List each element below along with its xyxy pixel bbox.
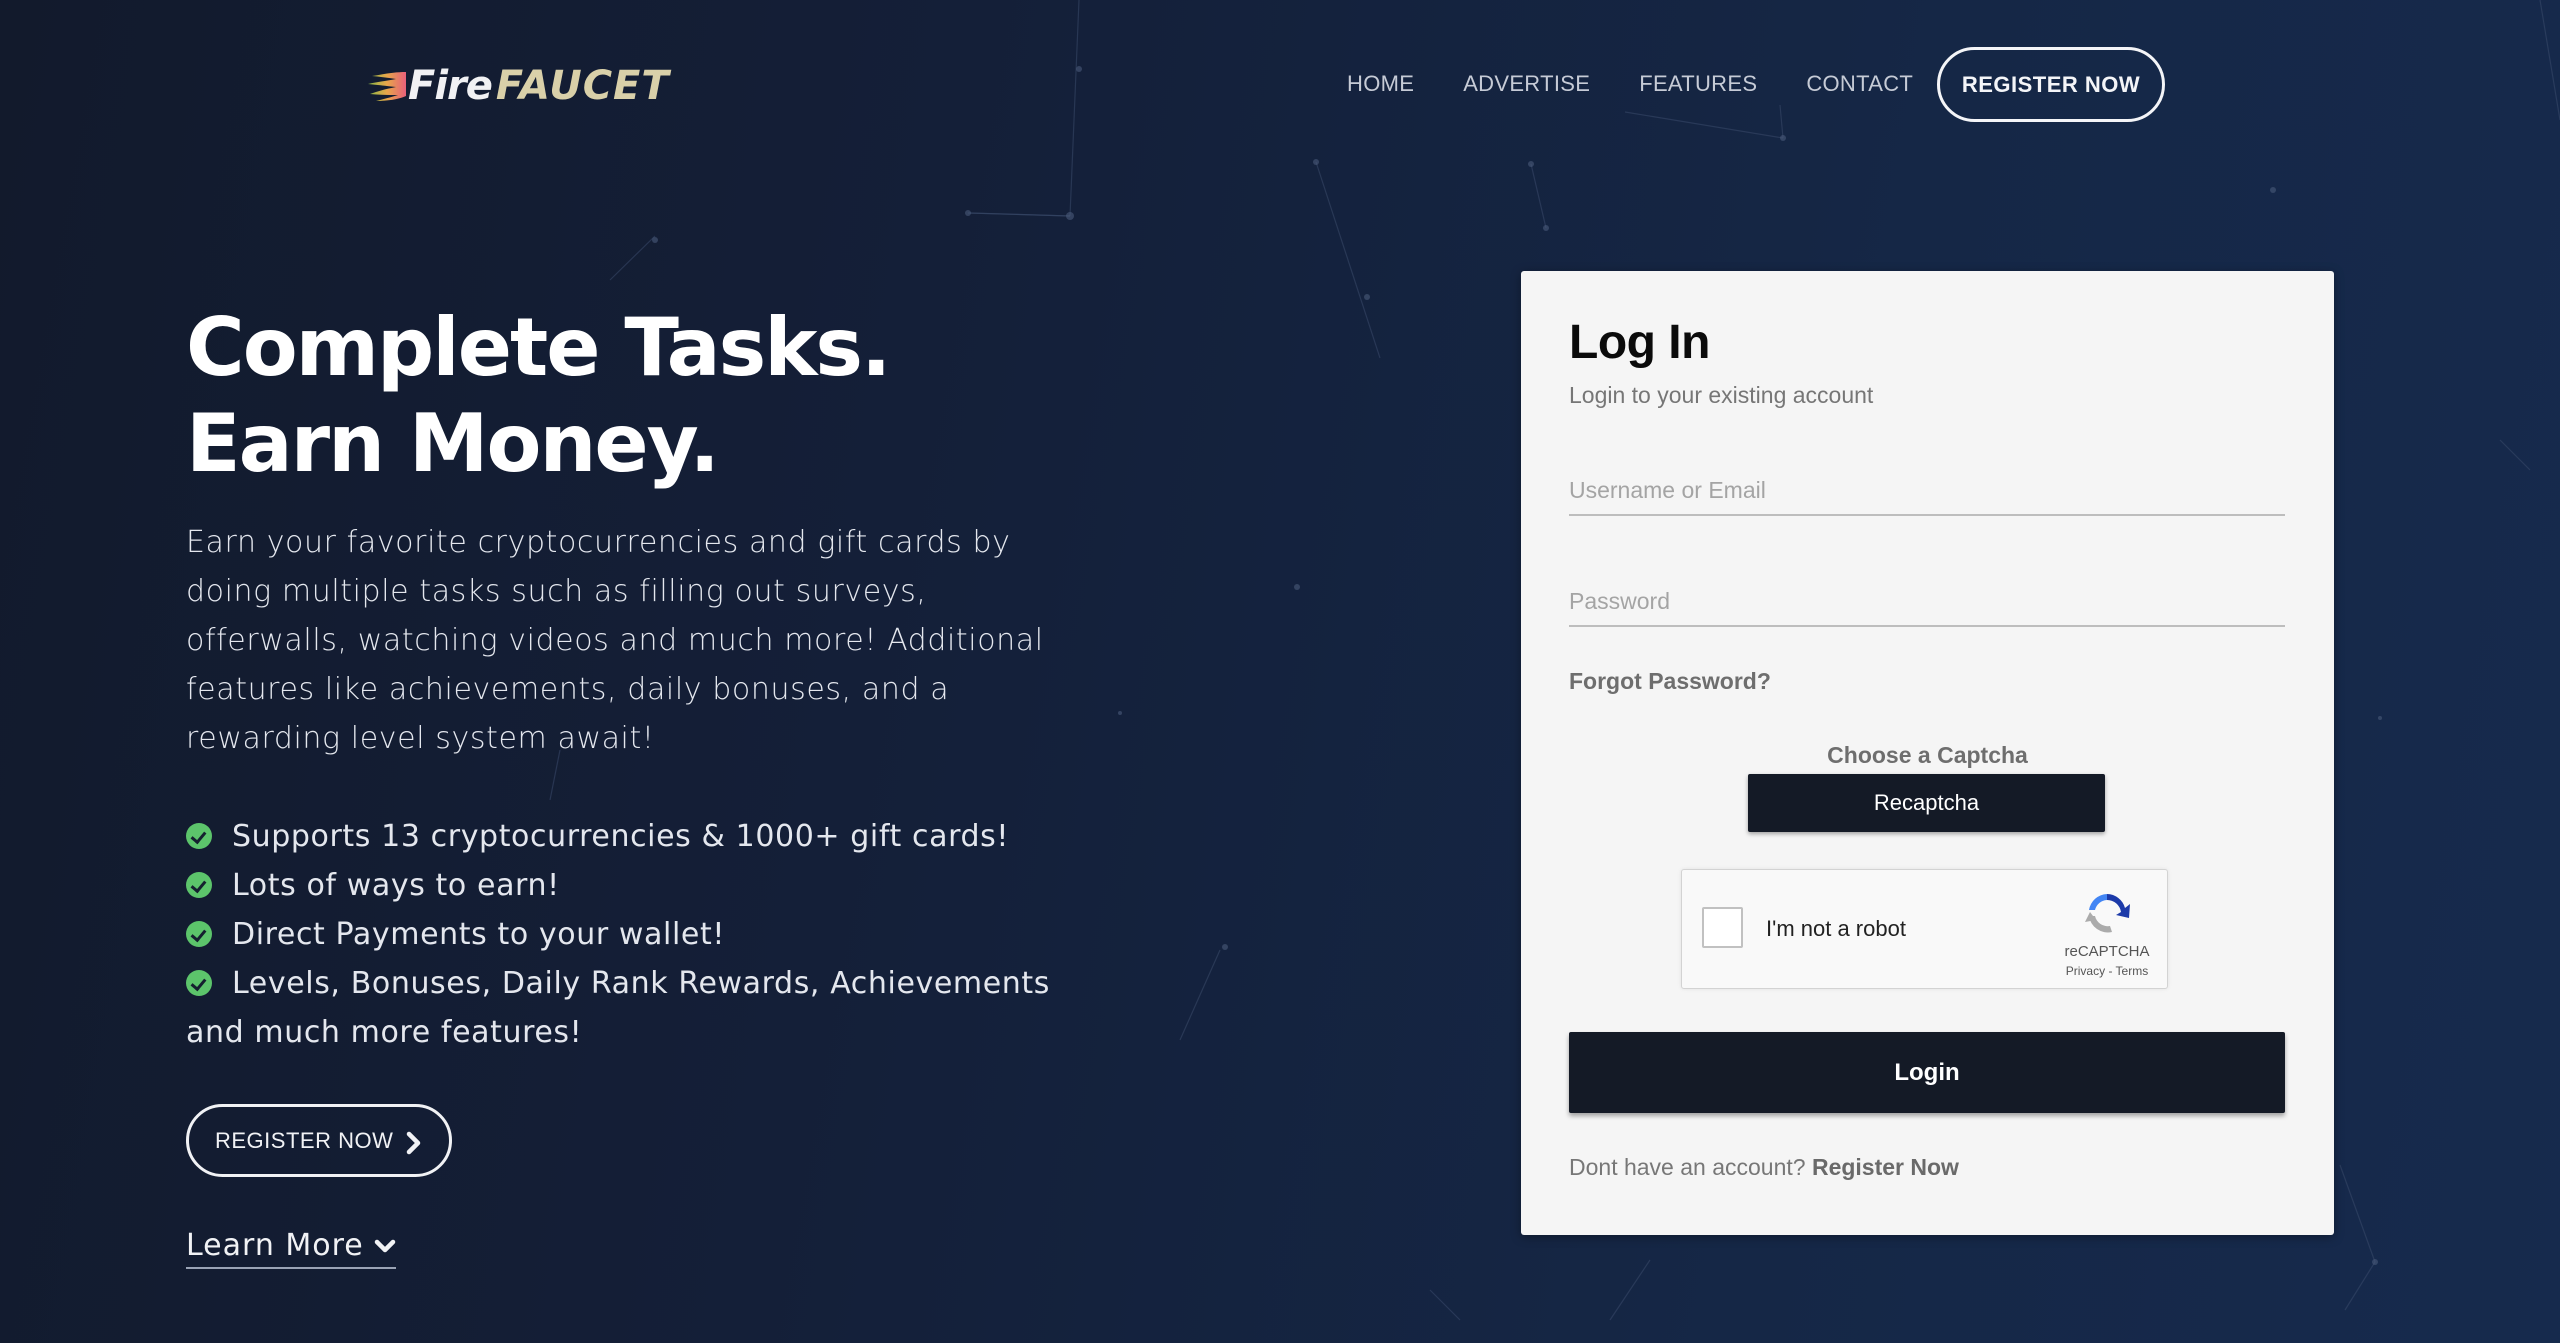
feature-text: Lots of ways to earn! [232, 868, 560, 903]
recaptcha-label: I'm not a robot [1766, 916, 1906, 941]
feature-list: Supports 13 cryptocurrencies & 1000+ gif… [186, 812, 1066, 1057]
check-circle-icon [186, 921, 212, 947]
feature-item: Supports 13 cryptocurrencies & 1000+ gif… [186, 812, 1066, 861]
feature-text: Direct Payments to your wallet! [232, 917, 725, 952]
logo-text-fire: Fire [408, 63, 493, 109]
login-title: Log In [1569, 316, 1710, 369]
feature-text: Supports 13 cryptocurrencies & 1000+ gif… [232, 819, 1009, 854]
hero-register-label: REGISTER NOW [215, 1127, 394, 1153]
recaptcha-brand: reCAPTCHA [2064, 943, 2150, 960]
login-card: Log In Login to your existing account Fo… [1521, 271, 2334, 1235]
main-nav: HOME ADVERTISE FEATURES CONTACT [1347, 47, 1962, 120]
nav-features[interactable]: FEATURES [1639, 71, 1757, 97]
captcha-select-button[interactable]: Recaptcha [1748, 774, 2105, 832]
feature-item: Direct Payments to your wallet! [186, 910, 1066, 959]
feature-item: Levels, Bonuses, Daily Rank Rewards, Ach… [186, 959, 1066, 1057]
logo-text-faucet: FAUCET [495, 63, 670, 109]
check-circle-icon [186, 872, 212, 898]
forgot-password-link[interactable]: Forgot Password? [1569, 668, 1771, 695]
recaptcha-checkbox[interactable] [1702, 907, 1743, 948]
password-input[interactable] [1569, 577, 2285, 627]
recaptcha-terms-links[interactable]: Privacy - Terms [2042, 964, 2172, 978]
captcha-chooser-label: Choose a Captcha [1827, 742, 2028, 768]
chevron-down-icon [374, 1239, 396, 1252]
learn-more-label: Learn More [186, 1228, 364, 1263]
signup-register-link[interactable]: Register Now [1812, 1154, 1959, 1180]
hero-description: Earn your favorite cryptocurrencies and … [186, 525, 1044, 756]
hero-title: Complete Tasks. Earn Money. [186, 301, 891, 490]
check-circle-icon [186, 823, 212, 849]
nav-contact[interactable]: CONTACT [1806, 71, 1913, 97]
hero-register-button[interactable]: REGISTER NOW [186, 1104, 452, 1177]
feature-text: Levels, Bonuses, Daily Rank Rewards, Ach… [186, 966, 1050, 1050]
feature-item: Lots of ways to earn! [186, 861, 1066, 910]
flame-icon [368, 72, 406, 101]
recaptcha-widget: I'm not a robot reCAPTCHA Privacy - Term… [1681, 869, 2168, 989]
site-logo[interactable]: Fire FAUCET [366, 66, 670, 106]
chevron-right-icon [406, 1131, 421, 1155]
nav-register-button[interactable]: REGISTER NOW [1937, 47, 2165, 122]
username-input[interactable] [1569, 466, 2285, 516]
signup-prompt-text: Dont have an account? [1569, 1154, 1806, 1180]
nav-home[interactable]: HOME [1347, 71, 1414, 97]
signup-prompt: Dont have an account? Register Now [1569, 1154, 1959, 1181]
nav-advertise[interactable]: ADVERTISE [1463, 71, 1590, 97]
login-subtitle: Login to your existing account [1569, 382, 1874, 408]
login-submit-button[interactable]: Login [1569, 1032, 2285, 1113]
check-circle-icon [186, 970, 212, 996]
learn-more-link[interactable]: Learn More [186, 1228, 396, 1269]
recaptcha-logo-icon [2085, 894, 2130, 933]
